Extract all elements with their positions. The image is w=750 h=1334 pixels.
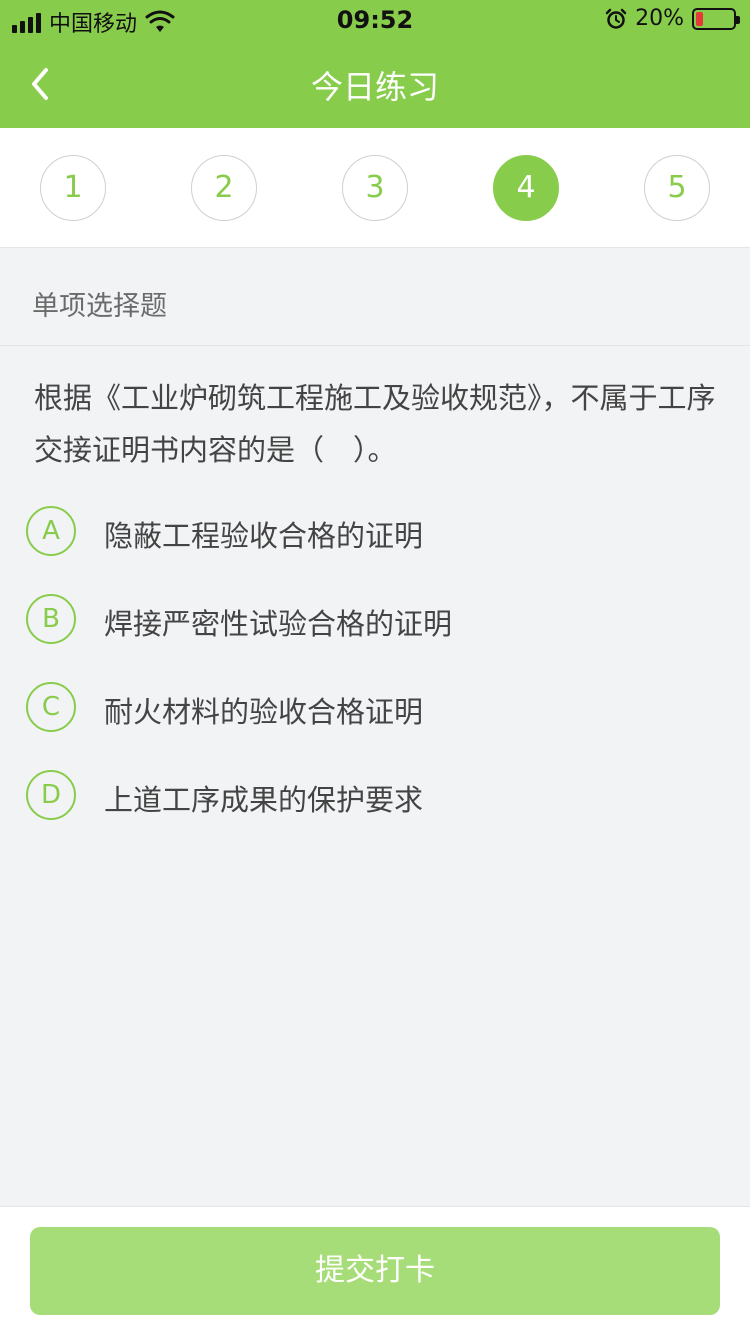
app-screen: 中国移动 09:52 20% 今日练习 1 2 3 4 5 单项选择题 根据《工… xyxy=(0,0,750,1334)
question-number-tabs: 1 2 3 4 5 xyxy=(0,128,750,248)
option-d[interactable]: D 上道工序成果的保护要求 xyxy=(26,769,726,821)
option-b-text: 焊接严密性试验合格的证明 xyxy=(104,607,453,641)
option-c-letter: C xyxy=(26,682,76,732)
option-a[interactable]: A 隐蔽工程验收合格的证明 xyxy=(26,505,726,557)
question-tab-3[interactable]: 3 xyxy=(342,155,408,221)
option-a-letter: A xyxy=(26,506,76,556)
status-right: 20% xyxy=(605,6,740,31)
battery-percent: 20% xyxy=(635,6,684,31)
battery-icon xyxy=(692,7,740,30)
header: 中国移动 09:52 20% 今日练习 xyxy=(0,0,750,128)
option-c-text: 耐火材料的验收合格证明 xyxy=(104,695,424,729)
nav-bar: 今日练习 xyxy=(0,40,750,128)
submit-checkin-button[interactable]: 提交打卡 xyxy=(30,1227,720,1315)
battery-level-fill xyxy=(696,11,703,26)
question-tab-5[interactable]: 5 xyxy=(644,155,710,221)
option-c[interactable]: C 耐火材料的验收合格证明 xyxy=(26,681,726,733)
bottom-bar: 提交打卡 xyxy=(0,1206,750,1334)
question-text: 根据《工业炉砌筑工程施工及验收规范》，不属于工序交接证明书内容的是（ ）。 xyxy=(34,381,716,467)
question-tab-1[interactable]: 1 xyxy=(40,155,106,221)
status-bar: 中国移动 09:52 20% xyxy=(0,0,750,40)
option-d-text: 上道工序成果的保护要求 xyxy=(104,783,424,817)
option-b[interactable]: B 焊接严密性试验合格的证明 xyxy=(26,593,726,645)
option-d-letter: D xyxy=(26,770,76,820)
option-a-text: 隐蔽工程验收合格的证明 xyxy=(104,519,424,553)
question-tab-2[interactable]: 2 xyxy=(191,155,257,221)
question-tab-4[interactable]: 4 xyxy=(493,155,559,221)
option-b-letter: B xyxy=(26,594,76,644)
question-type-section: 单项选择题 xyxy=(0,248,750,346)
alarm-icon xyxy=(605,8,627,29)
page-title: 今日练习 xyxy=(310,68,439,106)
question-type-label: 单项选择题 xyxy=(32,291,167,322)
